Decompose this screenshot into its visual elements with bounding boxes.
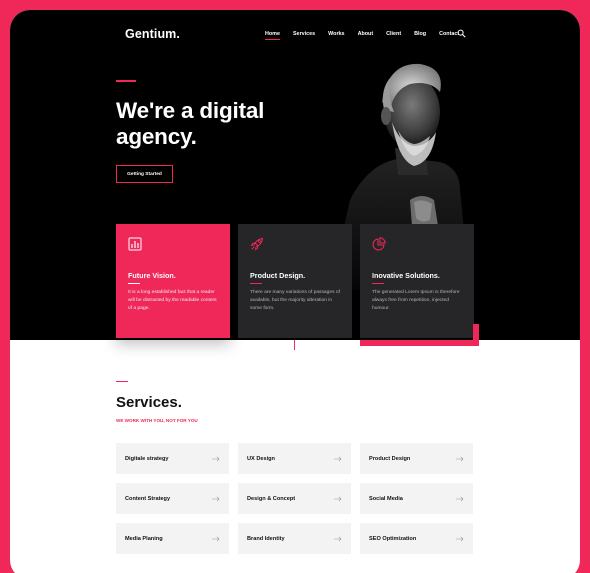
feature-text: It is a long established fact that a rea…	[128, 290, 217, 311]
service-item-brand-identity[interactable]: Brand Identity	[238, 523, 351, 554]
services-title: Services.	[116, 394, 182, 411]
services-accent-line	[116, 381, 128, 382]
arrow-right-icon	[212, 496, 220, 501]
arrow-right-icon	[212, 456, 220, 461]
hero-accent-line	[116, 80, 136, 82]
arrow-right-icon	[456, 456, 464, 461]
arrow-right-icon	[456, 536, 464, 541]
service-label: Content Strategy	[125, 495, 171, 502]
service-item-ux-design[interactable]: UX Design	[238, 443, 351, 474]
feature-text: There are many variations of passages of…	[250, 290, 340, 311]
service-label: SEO Optimization	[369, 535, 417, 542]
service-item-social-media[interactable]: Social Media	[360, 483, 473, 514]
feature-card-inovative-solutions[interactable]: Inovative Solutions. The generated Lorem…	[360, 224, 474, 338]
service-item-design-concept[interactable]: Design & Concept	[238, 483, 351, 514]
nav-item-client[interactable]: Client	[386, 31, 401, 37]
service-label: Product Design	[369, 455, 411, 462]
feature-card-future-vision[interactable]: Future Vision. It is a long established …	[116, 224, 230, 338]
rocket-icon	[250, 237, 264, 251]
arrow-right-icon	[212, 536, 220, 541]
service-item-content-strategy[interactable]: Content Strategy	[116, 483, 229, 514]
service-item-product-design[interactable]: Product Design	[360, 443, 473, 474]
feature-title-underline	[128, 283, 140, 284]
service-label: Digitale strategy	[125, 455, 169, 462]
chart-icon	[128, 237, 142, 251]
feature-text: The generated Lorem Ipsum is therefore a…	[372, 290, 460, 311]
hero-title: We're a digital agency.	[116, 98, 265, 149]
card-accent-border	[360, 324, 479, 346]
service-item-seo-optimization[interactable]: SEO Optimization	[360, 523, 473, 554]
service-label: Social Media	[369, 495, 403, 502]
service-label: Design & Concept	[247, 495, 296, 502]
nav-item-home[interactable]: Home	[265, 31, 280, 40]
pie-chart-icon	[372, 237, 386, 251]
feature-title: Inovative Solutions.	[372, 271, 440, 280]
service-label: Brand Identity	[247, 535, 285, 542]
arrow-right-icon	[334, 456, 342, 461]
feature-title-underline	[250, 283, 262, 284]
nav-item-works[interactable]: Works	[328, 31, 344, 37]
service-item-digitale-strategy[interactable]: Digitale strategy	[116, 443, 229, 474]
arrow-right-icon	[456, 496, 464, 501]
nav-item-services[interactable]: Services	[293, 31, 315, 37]
arrow-right-icon	[334, 536, 342, 541]
feature-title: Product Design.	[250, 271, 306, 280]
nav-item-about[interactable]: About	[358, 31, 374, 37]
arrow-right-icon	[334, 496, 342, 501]
search-icon[interactable]	[457, 29, 466, 38]
getting-started-button[interactable]: Getting Started	[116, 165, 173, 183]
service-label: UX Design	[247, 455, 275, 462]
service-item-media-planing[interactable]: Media Planing	[116, 523, 229, 554]
browser-frame: Gentium. Home Services Works About Clien…	[10, 10, 580, 573]
site-logo[interactable]: Gentium.	[125, 27, 180, 41]
service-label: Media Planing	[125, 535, 163, 542]
feature-title: Future Vision.	[128, 271, 176, 280]
services-subtitle: WE WORK WITH YOU, NOT FOR YOU	[116, 418, 198, 423]
feature-title-underline	[372, 283, 384, 284]
nav-item-blog[interactable]: Blog	[414, 31, 426, 37]
feature-card-product-design[interactable]: Product Design. There are many variation…	[238, 224, 352, 338]
card-accent-tick	[294, 340, 295, 350]
main-nav: Home Services Works About Client Blog Co…	[265, 31, 472, 40]
